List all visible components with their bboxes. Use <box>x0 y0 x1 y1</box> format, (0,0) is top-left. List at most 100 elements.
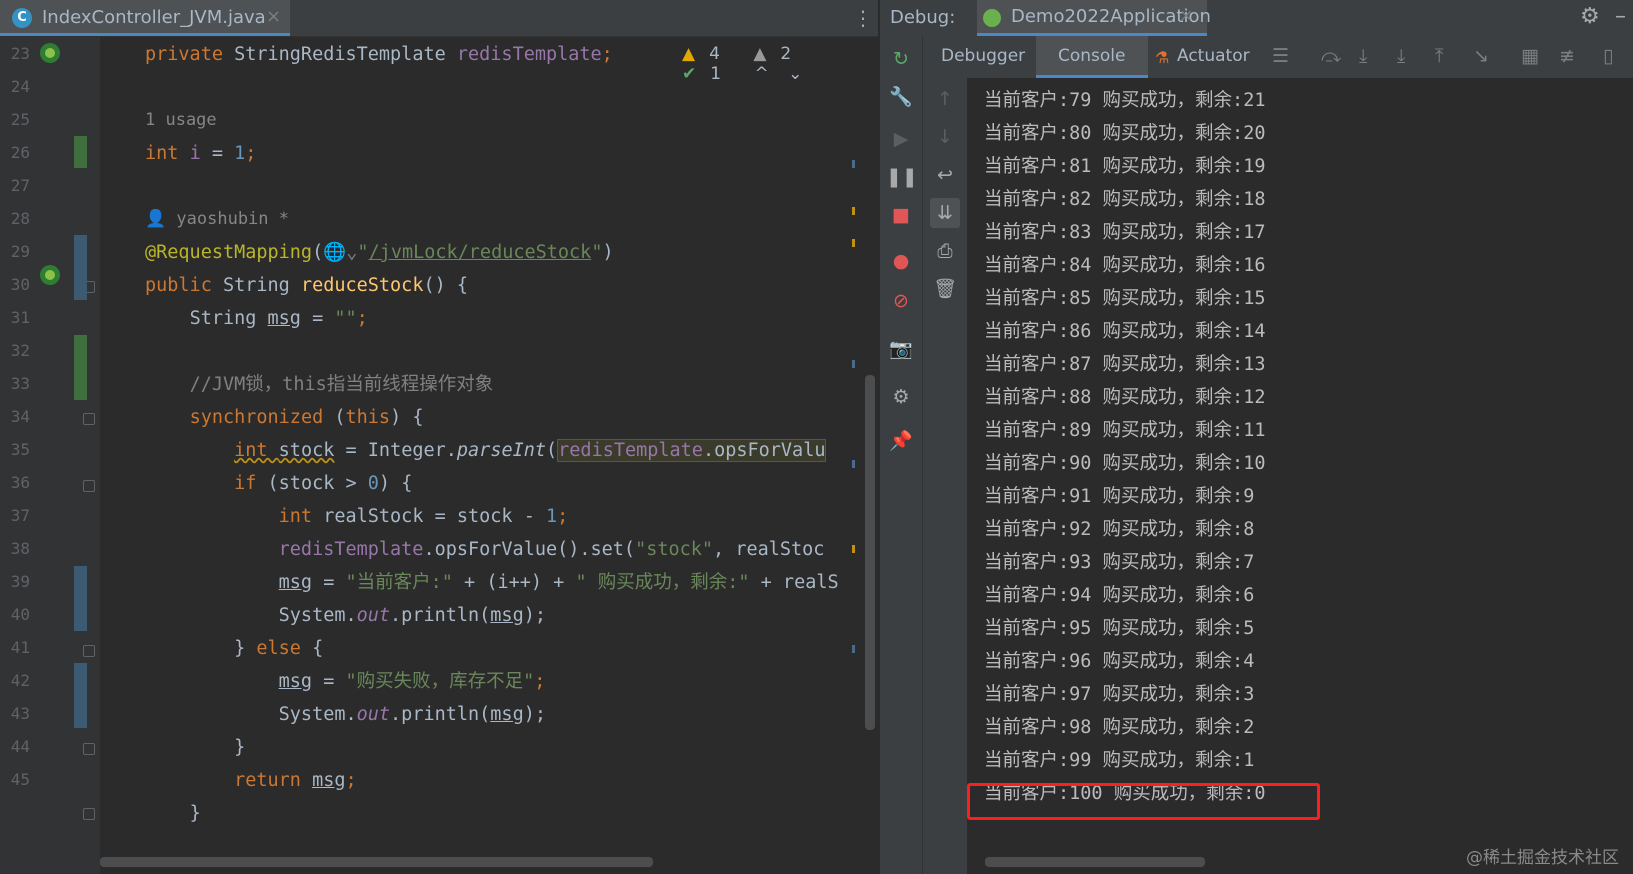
fold-icon[interactable] <box>83 808 95 820</box>
line-number: 25 <box>10 110 30 129</box>
code-line-41: System.out.println(msg); <box>278 704 546 725</box>
code-line-36: redisTemplate.opsForValue().set("stock",… <box>278 539 825 560</box>
stop-icon[interactable]: ■ <box>886 200 916 230</box>
typo-check-icon: ✔ <box>682 64 697 84</box>
debug-session-tab[interactable]: Demo2022Application × <box>977 0 1211 36</box>
code-line-43: return msg; <box>234 770 357 791</box>
down-stack-icon[interactable]: ↓ <box>930 122 960 152</box>
run-to-cursor-icon[interactable]: ↘ <box>1473 45 1489 67</box>
more-options-icon[interactable]: ⋮ <box>853 6 873 30</box>
scroll-marker <box>852 360 855 368</box>
settings-icon[interactable]: ⚙ <box>886 382 916 412</box>
code-line-31: //JVM锁，this指当前线程操作对象 <box>189 374 494 395</box>
pause-icon[interactable]: ❚❚ <box>886 162 918 192</box>
gear-icon[interactable]: ⚙ <box>1580 4 1600 29</box>
weak-warning-icon: ▲ <box>753 44 767 64</box>
console-line: 当前客户:79 购买成功，剩余:21 <box>984 90 1266 111</box>
code-line-37: msg = "当前客户:" + (i++) + " 购买成功，剩余:" + re… <box>278 572 839 593</box>
console-actions-toolbar: ↑ ↓ ↩ ⇊ ⎙ 🗑 <box>923 78 967 874</box>
clear-all-icon[interactable]: 🗑 <box>930 274 960 304</box>
close-tab-icon[interactable]: × <box>266 6 281 27</box>
scroll-marker <box>852 160 855 168</box>
next-highlight-icon[interactable]: ⌄ <box>788 64 802 84</box>
console-line: 当前客户:97 购买成功，剩余:3 <box>984 684 1255 705</box>
warning-icon: ▲ <box>682 44 696 64</box>
soft-wrap-icon[interactable]: ↩ <box>930 160 960 190</box>
close-session-icon[interactable]: × <box>1179 6 1193 26</box>
trace-stream-icon[interactable]: ≢ <box>1559 45 1575 67</box>
line-number: 39 <box>10 572 30 591</box>
modify-run-config-icon[interactable]: 🔧 <box>886 82 916 112</box>
console-line: 当前客户:82 购买成功，剩余:18 <box>984 189 1266 210</box>
change-marker <box>74 663 87 728</box>
console-line: 当前客户:88 购买成功，剩余:12 <box>984 387 1266 408</box>
scroll-to-end-icon[interactable]: ⇊ <box>930 198 960 228</box>
file-tab-indexcontroller[interactable]: C IndexController_JVM.java × <box>0 0 290 36</box>
console-line: 当前客户:91 购买成功，剩余:9 <box>984 486 1255 507</box>
view-breakpoints-icon[interactable]: ● <box>886 246 916 276</box>
endpoint-link[interactable]: /jvmLock/reduceStock <box>369 242 592 263</box>
inspection-widget[interactable]: ▲ 4 ▲ 2 ✔ 1 ^ ⌄ <box>682 44 878 84</box>
code-line-44: } <box>189 803 201 824</box>
editor-horizontal-scrollbar[interactable] <box>100 857 653 867</box>
layout-menu-icon[interactable]: ☰ <box>1272 45 1289 67</box>
fold-icon[interactable] <box>83 743 95 755</box>
overflow-icon[interactable]: ▯ <box>1603 45 1613 67</box>
line-number: 37 <box>10 506 30 525</box>
console-line: 当前客户:92 购买成功，剩余:8 <box>984 519 1255 540</box>
mute-breakpoints-icon[interactable]: ⊘ <box>886 286 916 316</box>
step-out-icon[interactable]: ⤒ <box>1435 45 1443 67</box>
camera-icon[interactable]: 📷 <box>886 334 916 364</box>
console-line: 当前客户:85 购买成功，剩余:15 <box>984 288 1266 309</box>
resume-icon[interactable]: ▶ <box>886 124 916 154</box>
line-number: 27 <box>10 176 30 195</box>
print-icon[interactable]: ⎙ <box>930 236 960 266</box>
up-stack-icon[interactable]: ↑ <box>930 84 960 114</box>
console-line: 当前客户:89 购买成功，剩余:11 <box>984 420 1266 441</box>
step-over-icon[interactable]: ⤼ <box>1321 45 1341 67</box>
editor-tab-bar: C IndexController_JVM.java × ⋮ <box>0 0 878 37</box>
force-step-into-icon[interactable]: ⤓ <box>1397 45 1405 67</box>
line-number: 40 <box>10 605 30 624</box>
code-line-33: int stock = Integer.parseInt(redisTempla… <box>234 439 827 462</box>
tab-actuator[interactable]: Actuator <box>1177 46 1250 66</box>
usage-hint[interactable]: 1 usage <box>145 104 217 137</box>
tab-console[interactable]: Console <box>1058 46 1126 66</box>
console-line: 当前客户:93 购买成功，剩余:7 <box>984 552 1255 573</box>
console-line: 当前客户:90 购买成功，剩余:10 <box>984 453 1266 474</box>
prev-highlight-icon[interactable]: ^ <box>754 64 768 84</box>
line-number: 30 <box>10 275 30 294</box>
line-number: 45 <box>10 770 30 789</box>
author-hint[interactable]: 👤 yaoshubin * <box>145 203 289 236</box>
line-number: 41 <box>10 638 30 657</box>
console-line: 当前客户:83 购买成功，剩余:17 <box>984 222 1266 243</box>
console-horizontal-scrollbar[interactable] <box>985 857 1205 867</box>
console-line: 当前客户:86 购买成功，剩余:14 <box>984 321 1266 342</box>
tab-debugger[interactable]: Debugger <box>941 46 1025 66</box>
evaluate-expression-icon[interactable]: ▦ <box>1521 45 1539 67</box>
rerun-icon[interactable]: ↻ <box>886 44 916 74</box>
console-line: 当前客户:87 购买成功，剩余:13 <box>984 354 1266 375</box>
warning-count: 4 <box>709 44 720 64</box>
code-line-28: public String reduceStock() { <box>145 275 469 296</box>
step-into-icon[interactable]: ⤓ <box>1359 45 1367 67</box>
scroll-marker <box>852 239 855 247</box>
fold-icon[interactable] <box>83 480 95 492</box>
debug-tool-window: Debug: Demo2022Application × ⚙ – ↻ 🔧 ▶ ❚… <box>880 0 1633 874</box>
code-line-35: int realStock = stock - 1; <box>278 506 569 527</box>
console-output[interactable]: 当前客户:79 购买成功，剩余:21 当前客户:80 购买成功，剩余:20 当前客户… <box>967 78 1633 874</box>
editor-vertical-scrollbar[interactable] <box>865 375 875 730</box>
fold-icon[interactable] <box>83 645 95 657</box>
spring-boot-icon <box>983 9 1001 27</box>
minimize-icon[interactable]: – <box>1615 4 1626 29</box>
fold-icon[interactable] <box>83 413 95 425</box>
endpoint-navigation-icon[interactable] <box>40 265 60 285</box>
actuator-icon: ⚗ <box>1155 48 1170 67</box>
bean-navigation-icon[interactable] <box>40 43 60 63</box>
weak-warning-count: 2 <box>780 44 792 64</box>
console-line: 当前客户:95 购买成功，剩余:5 <box>984 618 1255 639</box>
line-number: 32 <box>10 341 30 360</box>
pin-tab-icon[interactable]: 📌 <box>886 426 916 456</box>
change-marker <box>74 335 87 400</box>
code-editor[interactable]: C IndexController_JVM.java × ⋮ 23 24 25 26 2… <box>0 0 878 874</box>
